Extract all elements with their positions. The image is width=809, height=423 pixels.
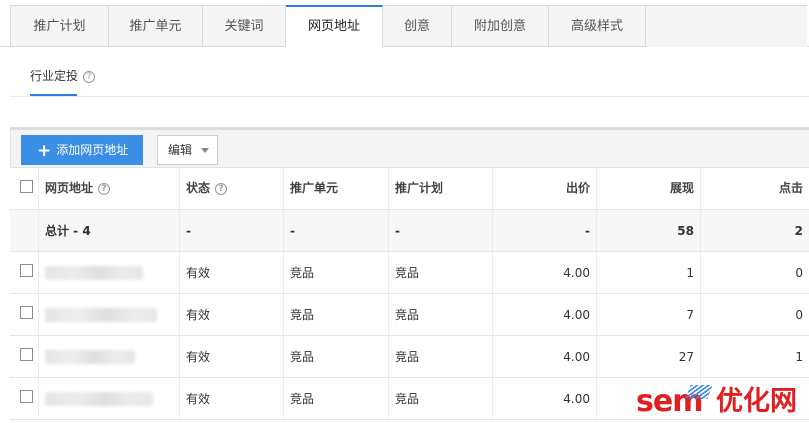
status-cell: 有效: [180, 378, 284, 419]
edit-dropdown-button[interactable]: 编辑: [157, 135, 218, 165]
bid-cell[interactable]: 4.00: [493, 252, 597, 293]
unit-cell[interactable]: 竞品: [284, 252, 389, 293]
tab-advanced-style[interactable]: 高级样式: [549, 5, 646, 47]
tab-campaign[interactable]: 推广计划: [10, 5, 109, 47]
tab-bar-filler: [646, 5, 807, 47]
header-bid[interactable]: 出价: [493, 168, 597, 209]
redacted-url: [45, 266, 143, 280]
help-icon[interactable]: ?: [215, 183, 228, 195]
watermark-suffix: 优化网: [716, 386, 797, 417]
unit-cell[interactable]: 竞品: [284, 336, 389, 377]
plan-cell[interactable]: 竞品: [389, 252, 493, 293]
add-web-address-button[interactable]: + 添加网页地址: [21, 135, 143, 165]
impressions-cell: 1: [597, 252, 701, 293]
redacted-url: [45, 350, 135, 364]
site-watermark-logo: sem 优化网: [636, 383, 808, 421]
row-checkbox-cell: [10, 252, 39, 293]
redacted-url: [45, 392, 153, 406]
unit-cell[interactable]: 竞品: [284, 378, 389, 419]
status-cell: 有效: [180, 294, 284, 335]
divider: [10, 96, 809, 97]
header-checkbox-cell: [10, 168, 39, 209]
add-button-label: 添加网页地址: [56, 143, 129, 157]
tab-web-address[interactable]: 网页地址: [286, 5, 383, 48]
help-icon[interactable]: ?: [98, 183, 111, 195]
tab-list: 推广计划 推广单元 关键词 网页地址 创意 附加创意 高级样式: [10, 5, 807, 48]
status-cell: 有效: [180, 336, 284, 377]
row-checkbox-cell: [10, 336, 39, 377]
total-status: -: [180, 210, 284, 251]
header-unit[interactable]: 推广单元: [284, 168, 389, 209]
impressions-cell: 27: [597, 336, 701, 377]
plan-cell[interactable]: 竞品: [389, 378, 493, 419]
total-row: 总计 - 4 - - - - 58 2: [10, 210, 809, 252]
total-label: 总计 - 4: [39, 210, 180, 251]
clicks-cell: 1: [795, 350, 803, 364]
header-impressions[interactable]: 展现: [597, 168, 701, 209]
header-url[interactable]: 网页地址?: [39, 168, 180, 209]
total-unit: -: [284, 210, 389, 251]
row-checkbox-cell: [10, 294, 39, 335]
table-row: 有效 竞品 竞品 4.00 27 1: [10, 336, 809, 378]
row-checkbox[interactable]: [20, 306, 33, 319]
url-cell-redacted[interactable]: [39, 252, 180, 293]
table-header: 网页地址? 状态? 推广单元 推广计划 出价 展现 点击: [10, 167, 809, 210]
tab-creative[interactable]: 创意: [383, 5, 452, 47]
row-checkbox[interactable]: [20, 390, 33, 403]
row-checkbox[interactable]: [20, 348, 33, 361]
unit-cell[interactable]: 竞品: [284, 294, 389, 335]
plan-cell[interactable]: 竞品: [389, 336, 493, 377]
top-tab-bar: 推广计划 推广单元 关键词 网页地址 创意 附加创意 高级样式: [0, 0, 809, 48]
header-plan[interactable]: 推广计划: [389, 168, 493, 209]
url-cell-redacted[interactable]: [39, 336, 180, 377]
edit-button-label: 编辑: [168, 143, 193, 157]
bid-cell[interactable]: 4.00: [493, 336, 597, 377]
bid-cell[interactable]: 4.00: [493, 294, 597, 335]
bid-cell[interactable]: 4.00: [493, 378, 597, 419]
header-status[interactable]: 状态?: [180, 168, 284, 209]
clicks-cell: 0: [795, 266, 803, 280]
tab-keyword[interactable]: 关键词: [203, 5, 286, 47]
total-clicks: 2: [794, 224, 803, 238]
status-cell: 有效: [180, 252, 284, 293]
toolbar: + 添加网页地址 编辑: [10, 130, 809, 167]
plan-cell[interactable]: 竞品: [389, 294, 493, 335]
total-plan: -: [389, 210, 493, 251]
clicks-cell: 0: [795, 308, 803, 322]
impressions-cell: 7: [597, 294, 701, 335]
caret-down-icon: [201, 148, 209, 153]
total-impressions: 58: [597, 210, 701, 251]
table-row: 有效 竞品 竞品 4.00 1 0: [10, 252, 809, 294]
redacted-url: [45, 308, 157, 322]
subtab-industry-targeting[interactable]: 行业定投?: [30, 67, 96, 97]
table-row: 有效 竞品 竞品 4.00 7 0: [10, 294, 809, 336]
total-checkbox-cell: [10, 210, 39, 251]
tab-extra-creative[interactable]: 附加创意: [452, 5, 549, 47]
select-all-checkbox[interactable]: [20, 180, 33, 193]
url-cell-redacted[interactable]: [39, 378, 180, 419]
row-checkbox[interactable]: [20, 264, 33, 277]
plus-icon: +: [37, 141, 52, 161]
help-icon[interactable]: ?: [83, 71, 96, 83]
total-bid: -: [493, 210, 597, 251]
url-cell-redacted[interactable]: [39, 294, 180, 335]
header-clicks[interactable]: 点击: [701, 168, 809, 209]
subtab-label: 行业定投: [30, 69, 79, 83]
tab-ad-group[interactable]: 推广单元: [109, 5, 203, 47]
row-checkbox-cell: [10, 378, 39, 419]
watermark-stripes-icon: [685, 385, 713, 399]
